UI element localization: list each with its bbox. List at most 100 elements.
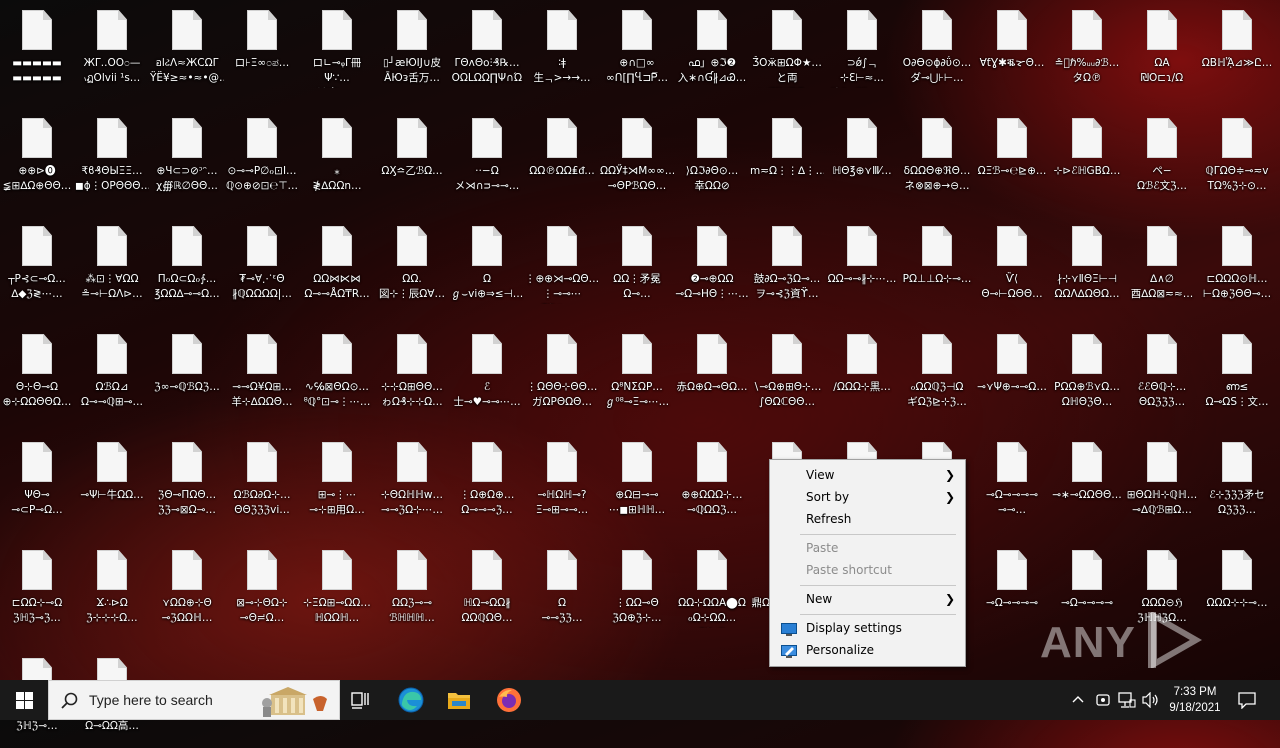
desktop-file-icon[interactable]: ΡΩ⊥⊥Ω⊹⊸… (900, 216, 974, 316)
desktop-file-icon[interactable]: ΩΩ℗ΩΩ₤ᵭ… (525, 108, 599, 208)
desktop-file-icon[interactable]: Ω ℊ⌣vi⊕⇒≤⊣… (450, 216, 524, 316)
desktop-file-icon[interactable]: ΩӼ≏乙ℬΩ… (375, 108, 449, 208)
desktop-file-icon[interactable]: ⋮⊕⊕⋊⊸ΩΘ… ⋮⊸⊸⋯Ωℨ⊘⊸… (525, 216, 599, 316)
desktop-file-icon[interactable]: ⊞⊸⋮⋯ ⊸⊹⊞用Ω… (300, 432, 374, 532)
desktop-file-icon[interactable]: ⊸⊸Ω¥Ω⊞… 羊⊹∆ΩΩΘ… (225, 324, 299, 424)
notifications-button[interactable] (1232, 680, 1262, 720)
desktop-file-icon[interactable]: ▯┘ӕЮIJ∪皮 ĀЮᴈ舌万… (375, 0, 449, 100)
desktop-file-icon[interactable]: ⊸⋎Ψ⊕⊸⊸Ω… (975, 324, 1049, 424)
start-button[interactable] (0, 680, 48, 720)
desktop-file-icon[interactable]: ℨ∞⊸ℚℬΩℨ… (150, 324, 224, 424)
desktop-file-icon[interactable]: ΩΒℍᾍ⊿≫Ը… (1200, 0, 1274, 100)
desktop-file-icon[interactable]: ❷⊸⊕ΩΩ ⊸Ω⊸ΗΘ⋮⋯… (675, 216, 749, 316)
desktop-file-icon[interactable]: ⊹ΘΩℍℍw… ⊸⊸ℨΩ⊹⋯… (375, 432, 449, 532)
desktop-file-icon[interactable]: ⊞ΘΩℍ⊹ℚℍ… ⊸∆ℚℬ⊞Ω… (1125, 432, 1199, 532)
desktop-file-icon[interactable]: ΡΩΩ⊕ℬ⋎Ω… ΩℍΘℨΘ… (1050, 324, 1124, 424)
menu-item-display-settings[interactable]: Display settings (770, 617, 965, 639)
desktop-file-icon[interactable]: ∖⊸Ω⊕⊞Θ⊹… ∫ΘΩℂΘΘ… (750, 324, 824, 424)
desktop-file-icon[interactable]: ΩΩ⋈⋉⋈ Ω⊸⊸ÅΩ₸R… (300, 216, 374, 316)
desktop-file-icon[interactable]: ⊸ℍΩℍ⊸? Ξ⊸⊞⊸⊸… (525, 432, 599, 532)
desktop-file-icon[interactable]: ⊸∗⊸ΩΩΘΘ… (1050, 432, 1124, 532)
desktop-file-icon[interactable]: อlઢΛ≈ЖCΩΓ ŸЁ¥≥≈•≈•@… (150, 0, 224, 100)
desktop-file-icon[interactable]: ⊹⊳ℰℍGBΩ… (1050, 108, 1124, 208)
desktop-file-icon[interactable]: ⟩Ωℑ∂Θ⊙… 幸ΩΩ⊘ (675, 108, 749, 208)
desktop-file-icon[interactable]: ΩℬΩ∂Ω⊹… ΘΘℨℨℨvi… (225, 432, 299, 532)
desktop-file-icon[interactable]: ∶ǂ 生ᆨ>→→… (525, 0, 599, 100)
desktop-file-icon[interactable]: ⋮Ω⊕Ω⊕… Ω⊸⊸⊸ℨ… (450, 432, 524, 532)
volume-button[interactable] (1140, 680, 1162, 720)
desktop-file-icon[interactable]: ΩℬΩ⊿ Ω⊸⊸ℚ⊞⊸… (75, 324, 149, 424)
desktop-file-icon[interactable]: 鼓∂Ω⊸ℨΩ⊸… ヲ⊸⊰ℨ資ϔ… (750, 216, 824, 316)
desktop-file-icon[interactable]: ΨΘ⊸ ⊸⊂Ρ⊸Ω… (0, 432, 74, 532)
desktop-file-icon[interactable]: ℍΩ⊸ΩΩ∦ ΩΩℚΩΘ… (450, 540, 524, 640)
desktop-file-icon[interactable]: ⊃ǿ∫ᆨ⊹Ԑ⊢≈… サ∆∩Φ'<<… (825, 0, 899, 100)
desktop-file-icon[interactable]: ⊕Ω⊟⊸⊸ ⋯◼⊞ℍℍ… (600, 432, 674, 532)
desktop-file-icon[interactable]: ⊕Ч⊂⊃⊘ᵓᵔ… χ∰ℝ∅ΘΘ… (150, 108, 224, 208)
task-view-button[interactable] (344, 680, 376, 720)
desktop-file-icon[interactable]: ≗ิℏ%ᵤᵤ∂ℬ… タΩ℗ (1050, 0, 1124, 100)
desktop-file-icon[interactable]: ℰ⊹ℨℨℨ矛セ Ωℨℨℨ… (1200, 432, 1274, 532)
desktop-file-icon[interactable]: O∂Ѳ⊙ɸ∂ΰ⊙… ダ⊸⋃⊦⊢… (900, 0, 974, 100)
desktop-file-icon[interactable]: ΩΩӲ‡⋊Μ∞∞… ⊸ΘΡℬΩΘ… (600, 108, 674, 208)
menu-item-refresh[interactable]: Refresh (770, 508, 965, 530)
desktop-file-icon[interactable]: ℰ 士⊸♥⊸⊸⋯… (450, 324, 524, 424)
desktop-file-icon[interactable]: Ω⁸NΣΩΡ… ℊ⁰⁸⊸Ξ⊸⋯… (600, 324, 674, 424)
desktop-file-icon[interactable]: ΩΩ⊹ΩΩΑ⬤Ω ℴΩ⊹ΩΩ… ℊΩℨℴℚ… (675, 540, 749, 640)
desktop-file-icon[interactable]: ⁎ ≹∆ΩΩn… (300, 108, 374, 208)
desktop-file-icon[interactable]: ΩΩℨ⊸⊸ ℬℍℍℍ… (375, 540, 449, 640)
desktop-file-icon[interactable]: ΓΘᴧΘ꧐ⵗ₰℞… ΟΩLΩΩ∏Ψ∩Ώ (450, 0, 524, 100)
desktop-file-icon[interactable]: ⊸Ψ⊢牛ΩΩ… (75, 432, 149, 532)
desktop-file-icon[interactable]: ⊸Ω⊸⊸⊸⊸ (975, 540, 1049, 640)
desktop-file-icon[interactable]: ണ≤ Ω⊸ΩS⋮文… (1200, 324, 1274, 424)
desktop-file-icon[interactable]: ペ− Ωℬℰ文ℨ… (1125, 108, 1199, 208)
desktop-file-icon[interactable]: ΩΞℬ⊸℮⊵⊕… (975, 108, 1049, 208)
desktop-file-icon[interactable]: 赤Ω⊕Ω⊸ΘΩ… (675, 324, 749, 424)
taskbar-search-box[interactable]: Type here to search (48, 680, 340, 720)
desktop-file-icon[interactable]: ⋅⋅−Ω メ⋊∩ᴝ⊸⊸… (450, 108, 524, 208)
desktop-file-icon[interactable]: m≂Ω⋮⋮∆⋮… (750, 108, 824, 208)
desktop-file-icon[interactable]: Ѷ⟨ Θ⊸⊢ΩΘΘ… (975, 216, 1049, 316)
desktop-file-icon[interactable]: ഫ」⊕ℑ❷ 入∗∩Ɠ∦⊿Ꮿ… (675, 0, 749, 100)
desktop-file-icon[interactable]: ⊹ΞΩ⊞⊸ΩΩ… ℍΩΩℍ… (300, 540, 374, 640)
desktop-file-icon[interactable]: ΩΩ⊸⊸∦⊹⋯… (825, 216, 899, 316)
desktop-file-icon[interactable]: ΩΩ. 図⊹⋮辰Ω∀… (375, 216, 449, 316)
desktop-file-icon[interactable]: ⊸Ω⊸⊸⊸⊸ ⊸⊸… (975, 432, 1049, 532)
desktop-file-icon[interactable]: ∤⊹⋎ⅡΘΞ⊢⊣ ΩΩΛ∆ΩΘΩ… (1050, 216, 1124, 316)
desktop-file-icon[interactable]: ∕ΩΩΩ⊹黒… (825, 324, 899, 424)
desktop-file-icon[interactable]: ▬▬▬▬▬ ▬▬▬▬▬ (0, 0, 74, 100)
desktop-file-icon[interactable]: ₮⊸∀⋰ᵋΘ ∦ℚΩΩΩΩ|… (225, 216, 299, 316)
desktop-file-icon[interactable]: ⋎ΩΩ⊕⊹Θ ⊸ℨΩΩℍ… (150, 540, 224, 640)
desktop-file-icon[interactable]: ⱯƭƔ✱ቘᯘΘ… (975, 0, 1049, 100)
desktop-file-icon[interactable]: ロ∟⊸ᵩΓ冊Ψ∵… け肉∻… (300, 0, 374, 100)
desktop-file-icon[interactable]: ⊙⊸⊸Ρ∅ℴ⊡Ι… ℚ⊙⊕⊘⊡℮⊤… (225, 108, 299, 208)
desktop-file-icon[interactable]: ΩΩ⋮矛冕Ω⊸… (600, 216, 674, 316)
menu-item-sort-by[interactable]: Sort by ❯ (770, 486, 965, 508)
desktop-file-icon[interactable]: ℰℰΘℚ⊹… ΘΩℨℨℨ… (1125, 324, 1199, 424)
desktop-file-icon[interactable]: ⁂⊡⋮∀ΩΩ ≗⊸⊢ΩΛ⊳… (75, 216, 149, 316)
desktop-file-icon[interactable]: ⊹⊹Ω⊞ΘΘ… ゎΩ₰⊹⊹Ω… (375, 324, 449, 424)
file-explorer-button[interactable] (442, 680, 476, 720)
show-hidden-icons-button[interactable] (1068, 680, 1088, 720)
menu-item-new[interactable]: New ❯ (770, 588, 965, 610)
desktop-file-icon[interactable]: ΠℴΩ⊂Ωℴ∱… ℥ΩΩ∆⊸⊸Ω… (150, 216, 224, 316)
desktop-file-icon[interactable]: ₹ϐ₰ΘЫΞΞ… ◼ϕ⋮ΟΡΘΘΘ… (75, 108, 149, 208)
desktop-file-icon[interactable]: δΩΩΘ⊕ℜΘ… ネ⊗⊠⊕→⊖… (900, 108, 974, 208)
menu-item-view[interactable]: View ❯ (770, 464, 965, 486)
desktop-file-icon[interactable]: ΩΑ ₪Ο⊏ɿ/Ω (1125, 0, 1199, 100)
desktop-file-icon[interactable]: Ϫ∴⊳Ω ℨ⊹⊹⊹Ω… (75, 540, 149, 640)
desktop-file-icon[interactable]: ǮOӝ⊞ΩΦ★… と両⋊ΘӀ⊓ΟΘ… (750, 0, 824, 100)
network-button[interactable] (1116, 680, 1138, 720)
desktop-file-icon[interactable]: ⊏ΩΩ⊹⊸Ω ℨℍℨ⊸ℨ… (0, 540, 74, 640)
meet-now-button[interactable] (1092, 680, 1114, 720)
taskbar-clock[interactable]: 7:33 PM 9/18/2021 (1160, 680, 1230, 720)
desktop-file-icon[interactable]: ⊕⊕⊳⓿ ≨⊞∆Ω⊕ΘΘ… (0, 108, 74, 208)
desktop-file-icon[interactable]: ∿℅⊠ΘΩ⊙… ⁸ℚ°⊡⊸⋮⋯… (300, 324, 374, 424)
desktop-file-icon[interactable]: ⋮ΩΘΘ⊹ΘΘ… ガΩΡΘΩΘ… (525, 324, 599, 424)
firefox-button[interactable] (492, 680, 526, 720)
desktop-file-icon[interactable]: Ω ⊸⊸ℨℨ… (525, 540, 599, 640)
menu-item-personalize[interactable]: Personalize (770, 639, 965, 661)
desktop-file-icon[interactable]: ⊕⊕ΩΩΩ⊹… ⊸ℚΩΩℨ… (675, 432, 749, 532)
desktop-file-icon[interactable]: ∆∧∅ 酉∆Ω⊠≂≈… (1125, 216, 1199, 316)
desktop[interactable]: ▬▬▬▬▬ ▬▬▬▬▬ ЖΓ..ΟO೦— ៶ฏOlvii ¹ѕ… อlઢΛ≈ЖCΩΓ… (0, 0, 1280, 732)
desktop-file-icon[interactable]: ⊕∩□∞ ∞ᑎ[∏Ⴁ⊐Ꮲ̅… (600, 0, 674, 100)
